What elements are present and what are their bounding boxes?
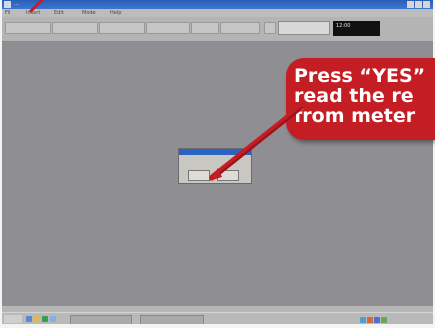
start-button[interactable]: [4, 315, 22, 323]
menu-help[interactable]: Help: [110, 9, 121, 17]
window-controls: [407, 1, 430, 8]
window-title: ...: [14, 1, 19, 7]
no-button[interactable]: [217, 170, 239, 181]
tray-volume-icon[interactable]: [374, 317, 380, 323]
toolbar-button-7[interactable]: [264, 22, 276, 34]
tray-network-icon[interactable]: [360, 317, 366, 323]
clock-line-1: 12:00: [336, 23, 351, 29]
toolbar-button-3[interactable]: [99, 22, 145, 34]
menu-edit[interactable]: Edit: [54, 9, 64, 17]
confirm-dialog: [178, 148, 252, 184]
dialog-title: [179, 149, 251, 155]
menu-insert[interactable]: Insert: [26, 9, 40, 17]
callout-line-3: from meter: [294, 105, 416, 127]
quicklaunch-ie-icon[interactable]: [26, 316, 32, 322]
close-icon[interactable]: [423, 1, 430, 8]
toolbar-button-4[interactable]: [146, 22, 190, 34]
toolbar-button-2[interactable]: [52, 22, 98, 34]
menu-file[interactable]: Fil: [5, 9, 10, 17]
instruction-callout: Press “YES” read the re from meter: [286, 58, 435, 140]
title-bar: ...: [2, 0, 433, 9]
toolbar-button-1[interactable]: [5, 22, 51, 34]
toolbar-button-5[interactable]: [191, 22, 219, 34]
app-window: ... Fil Insert Edit Mode Help 12:00: [2, 0, 433, 324]
quicklaunch-app-icon[interactable]: [42, 316, 48, 322]
taskbar-task-2[interactable]: [140, 315, 204, 324]
clock-display: 12:00: [333, 21, 380, 36]
toolbar-button-6[interactable]: [220, 22, 260, 34]
callout-line-2: read the re: [294, 85, 414, 107]
toolbar-field[interactable]: [278, 21, 330, 35]
system-tray: [358, 314, 430, 324]
maximize-icon[interactable]: [415, 1, 422, 8]
tray-antivirus-icon[interactable]: [367, 317, 373, 323]
tray-app-icon[interactable]: [381, 317, 387, 323]
taskbar: [2, 312, 433, 324]
yes-button[interactable]: [188, 170, 210, 181]
app-icon: [4, 1, 11, 8]
quicklaunch-folder-icon[interactable]: [34, 316, 40, 322]
taskbar-task-1[interactable]: [70, 315, 132, 324]
minimize-icon[interactable]: [407, 1, 414, 8]
menu-mode[interactable]: Mode: [82, 9, 96, 17]
menu-bar: Fil Insert Edit Mode Help: [2, 9, 433, 17]
callout-line-1: Press “YES”: [294, 65, 426, 87]
quicklaunch-desktop-icon[interactable]: [50, 316, 56, 322]
